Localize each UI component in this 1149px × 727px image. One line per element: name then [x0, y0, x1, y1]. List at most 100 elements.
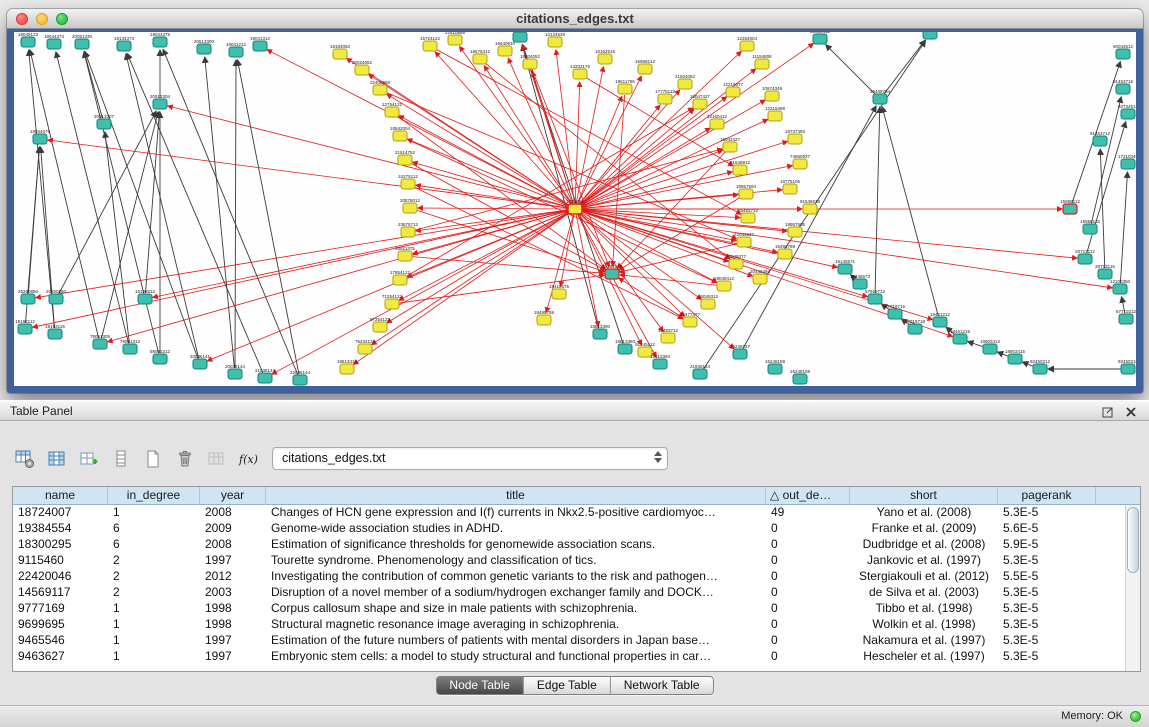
network-node[interactable]: 15198812 — [135, 289, 156, 304]
network-node[interactable]: 15958115 — [1080, 219, 1100, 234]
table-row[interactable]: 1830029562008Estimation of significance … — [13, 537, 1125, 553]
network-node[interactable]: 25260850 — [18, 289, 39, 304]
network-node[interactable]: 18044373 — [44, 34, 65, 49]
network-node[interactable]: 20024052 — [352, 60, 373, 75]
network-node[interactable]: 18613412 — [337, 359, 358, 374]
network-node[interactable]: 20513307 — [94, 114, 115, 129]
tab-node-table[interactable]: Node Table — [436, 677, 524, 694]
network-node[interactable]: 19448794 — [870, 89, 891, 104]
network-node[interactable]: 12254904 — [737, 36, 758, 51]
network-node[interactable]: 22044937 — [734, 232, 755, 247]
network-node[interactable]: 91546918 — [800, 199, 821, 214]
import-table-button[interactable] — [204, 446, 230, 472]
column-header-title[interactable]: title — [266, 487, 766, 505]
network-node[interactable]: 22036144 — [290, 370, 311, 385]
add-column-button[interactable] — [76, 446, 102, 472]
network-node[interactable]: 18675412 — [470, 49, 491, 64]
network-node[interactable]: 19193115 — [45, 324, 65, 339]
network-node[interactable]: 17775112 — [655, 89, 675, 104]
table-row[interactable]: 1456911722003Disruption of a novel membe… — [13, 585, 1125, 601]
network-node[interactable]: 20049377 — [726, 254, 747, 269]
network-node[interactable]: 19461212 — [930, 312, 951, 327]
network-node[interactable]: 24275112 — [398, 174, 418, 189]
network-node[interactable]: 16640910 — [495, 41, 516, 56]
network-node[interactable]: 18049412 — [714, 276, 735, 291]
network-node[interactable]: 22410858 — [445, 32, 466, 45]
network-node[interactable]: 19184575 — [602, 264, 623, 279]
network-node[interactable]: 20036144 — [225, 364, 246, 379]
network-node[interactable]: 18903415 — [1005, 349, 1026, 364]
minimize-button[interactable] — [36, 13, 48, 25]
network-node[interactable]: 97254122 — [370, 317, 391, 332]
network-node[interactable]: 11154808 — [752, 54, 772, 69]
network-node[interactable]: 19613393 — [650, 354, 671, 369]
network-node[interactable]: 10974349 — [762, 86, 783, 101]
network-node[interactable]: 92450212 — [1030, 359, 1051, 374]
network-node[interactable]: 67710212 — [1116, 309, 1136, 324]
close-button[interactable] — [16, 13, 28, 25]
network-node[interactable]: 91453712 — [1090, 131, 1111, 146]
network-node[interactable]: 19193112 — [15, 319, 35, 334]
column-header-pagerank[interactable]: pagerank — [998, 487, 1096, 505]
rows-button[interactable] — [108, 446, 134, 472]
network-node[interactable]: 67919712 — [865, 289, 886, 304]
column-header-short[interactable]: short — [850, 487, 998, 505]
network-node[interactable]: 18542004 — [390, 126, 411, 141]
network-node[interactable]: 15248157 — [730, 344, 751, 359]
network-node[interactable]: 20442494 — [750, 269, 771, 284]
network-node[interactable]: 17854122 — [390, 270, 411, 285]
network-node[interactable]: 21514752 — [395, 150, 416, 165]
network-node[interactable]: 20713112 — [1075, 249, 1095, 264]
network-node[interactable]: 19044375 — [150, 32, 171, 47]
network-node[interactable]: 20260850 — [46, 289, 67, 304]
table-mode-button[interactable] — [12, 446, 38, 472]
network-node[interactable]: 91546912 — [730, 160, 751, 175]
network-graph[interactable]: 1724061181840522002405222400858127541221… — [14, 32, 1136, 386]
table-row[interactable]: 946554611997Estimation of the future num… — [13, 633, 1125, 649]
table-selector-dropdown[interactable]: citations_edges.txt — [272, 447, 668, 470]
network-node[interactable]: 18045133 — [18, 32, 39, 47]
network-node[interactable]: 18204052 — [520, 54, 541, 69]
network-node[interactable]: 19041312 — [250, 36, 271, 51]
network-node[interactable]: 76234122 — [355, 339, 376, 354]
network-node[interactable]: 90044512 — [1113, 44, 1134, 59]
table-row[interactable]: 969969511998Structural magnetic resonanc… — [13, 617, 1125, 633]
network-node[interactable]: 16162515 — [595, 49, 616, 64]
vertical-scrollbar[interactable] — [1125, 505, 1140, 671]
network-node[interactable]: 12754122 — [382, 102, 403, 117]
column-header-in_degree[interactable]: in_degree — [108, 487, 200, 505]
network-node[interactable]: 12100350 — [1110, 279, 1131, 294]
zoom-button[interactable] — [56, 13, 68, 25]
network-node[interactable]: 15493759 — [775, 244, 796, 259]
column-header-out_degree[interactable]: △ out_de… — [766, 487, 850, 505]
network-node[interactable]: 12124549 — [545, 32, 566, 47]
table-row[interactable]: 977716911998Corpus callosum shape and si… — [13, 601, 1125, 617]
network-node[interactable]: 1724061 — [566, 199, 584, 214]
network-node[interactable]: 23675712 — [398, 222, 419, 237]
network-node[interactable]: 18775105 — [780, 179, 801, 194]
network-node[interactable]: 19145573 — [850, 274, 871, 289]
network-node[interactable]: 12219377 — [723, 82, 744, 97]
network-node[interactable]: 20051330 — [72, 34, 93, 49]
network-node[interactable]: 20036141 — [190, 354, 211, 369]
network-node[interactable]: 15724122 — [420, 36, 441, 51]
network-node[interactable]: 19145571 — [835, 259, 856, 274]
network-node[interactable]: 19737493 — [785, 129, 806, 144]
network-node[interactable]: 18957594 — [736, 184, 757, 199]
network-node[interactable]: 17210349 — [1118, 154, 1136, 169]
network-node[interactable]: 91453715 — [1113, 79, 1134, 94]
delete-table-button[interactable] — [172, 446, 198, 472]
network-node[interactable]: 12483712 — [658, 328, 679, 343]
network-node[interactable]: 15248159 — [765, 359, 786, 374]
scrollbar-thumb[interactable] — [1127, 507, 1139, 573]
network-node[interactable]: 15958112 — [1060, 199, 1080, 214]
network-node[interactable]: 20713115 — [1095, 264, 1115, 279]
network-node[interactable]: 18044679 — [30, 129, 51, 144]
tab-network-table[interactable]: Network Table — [611, 677, 713, 694]
network-node[interactable]: 15958212 — [635, 59, 656, 74]
show-columns-button[interactable] — [44, 446, 70, 472]
network-node[interactable]: 22400858 — [370, 80, 391, 95]
network-node[interactable]: 74850937 — [790, 154, 811, 169]
network-node[interactable]: 67919718 — [905, 319, 926, 334]
tab-edge-table[interactable]: Edge Table — [524, 677, 611, 694]
